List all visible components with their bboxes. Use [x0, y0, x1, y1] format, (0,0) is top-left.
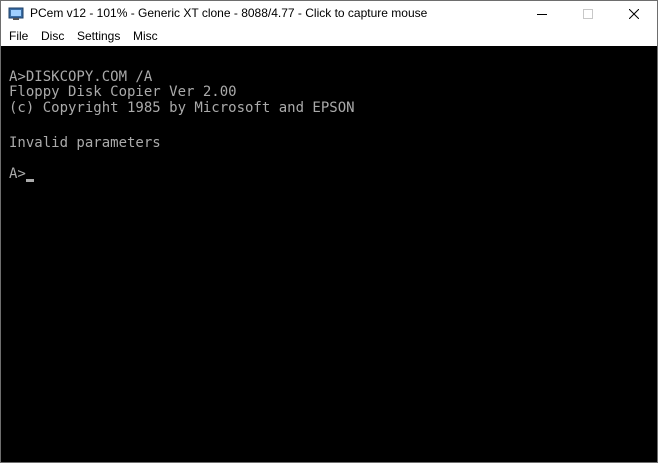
emulator-screen[interactable]: A>DISKCOPY.COM /A Floppy Disk Copier Ver…: [1, 46, 657, 462]
emulator-window: PCem v12 - 101% - Generic XT clone - 808…: [0, 0, 658, 463]
error-message-line: Invalid parameters: [9, 135, 161, 151]
maximize-icon: [583, 9, 593, 19]
copyright-line: (c) Copyright 1985 by Microsoft and EPSO…: [9, 100, 355, 116]
menu-file[interactable]: File: [9, 28, 28, 45]
dos-prompt: A>: [9, 166, 26, 182]
menu-settings[interactable]: Settings: [77, 28, 120, 45]
window-title: PCem v12 - 101% - Generic XT clone - 808…: [30, 6, 428, 20]
maximize-button[interactable]: [565, 1, 611, 27]
close-button[interactable]: [611, 1, 657, 27]
menu-disc[interactable]: Disc: [41, 28, 64, 45]
title-bar[interactable]: PCem v12 - 101% - Generic XT clone - 808…: [1, 1, 657, 27]
minimize-icon: [537, 14, 547, 15]
menu-misc[interactable]: Misc: [133, 28, 158, 45]
dos-command-line: A>DISKCOPY.COM /A: [9, 69, 153, 85]
text-cursor: [26, 179, 34, 182]
program-title-line: Floppy Disk Copier Ver 2.00: [9, 84, 237, 100]
close-icon: [629, 9, 639, 19]
minimize-button[interactable]: [519, 1, 565, 27]
menu-bar: File Disc Settings Misc: [1, 27, 657, 46]
pcem-app-icon[interactable]: [8, 6, 24, 22]
